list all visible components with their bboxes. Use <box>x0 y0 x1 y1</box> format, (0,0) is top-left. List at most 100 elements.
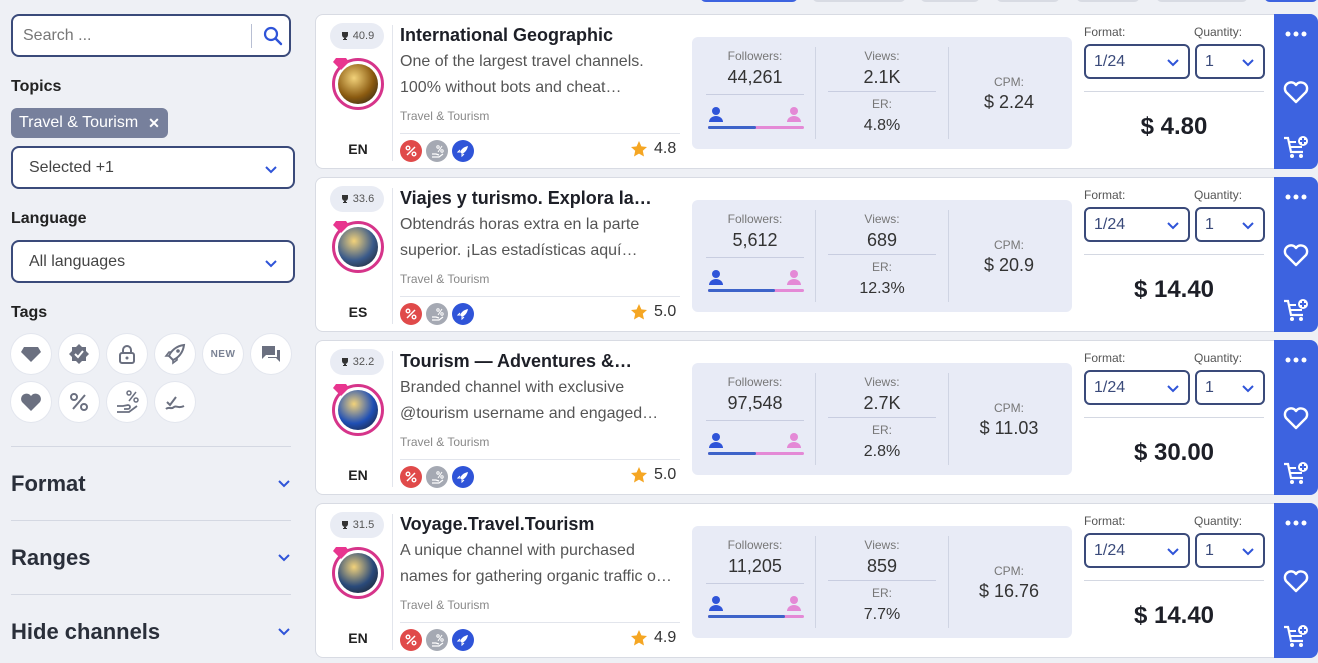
add-to-cart-button[interactable] <box>1282 134 1310 162</box>
followers-value: 97,548 <box>727 393 783 413</box>
more-dots-icon <box>1285 357 1307 363</box>
channel-avatar[interactable] <box>332 384 384 436</box>
rank-badge: 31.5 <box>330 512 384 538</box>
boost-badge <box>452 303 474 325</box>
sort-button[interactable] <box>1156 0 1248 2</box>
cashback-badge <box>426 140 448 162</box>
channel-title[interactable]: Viajes y turismo. Explora la… <box>400 188 680 209</box>
channel-price: $ 14.40 <box>1133 602 1215 629</box>
star-icon <box>631 141 647 157</box>
topics-select[interactable]: Selected +1 <box>11 146 295 189</box>
views-value: 859 <box>866 556 898 576</box>
percent-icon <box>70 393 88 411</box>
channel-card[interactable]: 32.2 EN Tourism — Adventures &… Branded … <box>315 340 1318 495</box>
discount-badge <box>400 629 422 651</box>
sort-button[interactable] <box>996 0 1060 2</box>
chevron-down-icon <box>1167 385 1179 393</box>
favorite-button[interactable] <box>1282 78 1310 106</box>
favorite-button[interactable] <box>1282 567 1310 595</box>
remove-chip-icon[interactable]: ✕ <box>148 115 160 132</box>
channel-avatar[interactable] <box>332 58 384 110</box>
views-value: 689 <box>866 230 898 250</box>
add-to-cart-button[interactable] <box>1282 623 1310 651</box>
views-label: Views: <box>864 375 900 389</box>
view-toggle-button[interactable] <box>1264 0 1318 2</box>
sort-button[interactable] <box>812 0 906 2</box>
tag-discount[interactable] <box>59 382 99 422</box>
channel-title[interactable]: International Geographic <box>400 25 680 46</box>
quantity-select[interactable]: 1 <box>1195 207 1265 242</box>
tag-rocket[interactable] <box>155 334 195 374</box>
favorite-button[interactable] <box>1282 241 1310 269</box>
card-divider <box>392 25 393 161</box>
rocket-icon <box>164 343 186 365</box>
rank-value: 33.6 <box>352 193 375 205</box>
channel-title[interactable]: Tourism — Adventures &… <box>400 351 680 372</box>
chevron-down-icon <box>1167 59 1179 67</box>
add-to-cart-button[interactable] <box>1282 460 1310 488</box>
channel-card[interactable]: 31.5 EN Voyage.Travel.Tourism A unique c… <box>315 503 1318 658</box>
sort-button-active[interactable] <box>700 0 798 2</box>
tag-chat[interactable] <box>251 334 291 374</box>
filters-sidebar: Topics Travel & Tourism ✕ Selected +1 La… <box>0 0 305 663</box>
tag-lock[interactable] <box>107 334 147 374</box>
favorite-button[interactable] <box>1282 404 1310 432</box>
format-select[interactable]: 1/24 <box>1084 207 1190 242</box>
format-accordion[interactable]: Format <box>11 469 291 499</box>
er-label: ER: <box>871 423 892 437</box>
more-options-button[interactable] <box>1282 509 1310 537</box>
add-to-cart-button[interactable] <box>1282 297 1310 325</box>
more-options-button[interactable] <box>1282 20 1310 48</box>
channel-card[interactable]: 33.6 ES Viajes y turismo. Explora la… Ob… <box>315 177 1318 332</box>
stats-divider <box>828 417 936 418</box>
hand-percent-icon <box>117 390 139 413</box>
price-divider <box>1084 91 1264 92</box>
rank-badge: 33.6 <box>330 186 384 212</box>
quantity-select[interactable]: 1 <box>1195 44 1265 79</box>
format-select[interactable]: 1/24 <box>1084 370 1190 405</box>
tag-diamond[interactable] <box>11 334 51 374</box>
tag-signed[interactable] <box>155 382 195 422</box>
heart-outline-icon <box>1283 407 1309 430</box>
tag-verified[interactable] <box>59 334 99 374</box>
views-label: Views: <box>864 49 900 63</box>
quantity-select[interactable]: 1 <box>1195 533 1265 568</box>
channel-title[interactable]: Voyage.Travel.Tourism <box>400 514 680 535</box>
format-select[interactable]: 1/24 <box>1084 44 1190 79</box>
channel-avatar[interactable] <box>332 547 384 599</box>
section-divider <box>11 594 291 595</box>
topic-chip[interactable]: Travel & Tourism ✕ <box>11 108 168 138</box>
rocket-icon <box>457 635 468 646</box>
tag-heart[interactable] <box>11 382 51 422</box>
quantity-select[interactable]: 1 <box>1195 370 1265 405</box>
channel-card[interactable]: 40.9 EN International Geographic One of … <box>315 14 1318 169</box>
channel-category: Travel & Tourism <box>400 272 490 286</box>
format-select[interactable]: 1/24 <box>1084 533 1190 568</box>
male-icon <box>709 107 723 122</box>
hide-channels-accordion[interactable]: Hide channels <box>11 617 291 647</box>
channel-category: Travel & Tourism <box>400 435 490 449</box>
cpm-value: $ 20.9 <box>983 255 1035 275</box>
format-label: Format: <box>1084 514 1126 528</box>
female-icon <box>787 107 801 122</box>
sort-button[interactable] <box>920 0 980 2</box>
tag-cashback[interactable] <box>107 382 147 422</box>
description-line: Branded channel with exclusive <box>400 379 625 396</box>
channel-badges <box>400 629 474 651</box>
more-options-button[interactable] <box>1282 183 1310 211</box>
search-button[interactable] <box>259 22 287 50</box>
ranges-accordion[interactable]: Ranges <box>11 543 291 573</box>
more-options-button[interactable] <box>1282 346 1310 374</box>
language-code: EN <box>348 467 368 483</box>
tag-new[interactable]: NEW <box>203 334 243 374</box>
search-input[interactable] <box>23 25 243 47</box>
sort-button[interactable] <box>1076 0 1140 2</box>
language-select[interactable]: All languages <box>11 240 295 283</box>
er-value: 2.8% <box>863 443 901 460</box>
percent-icon <box>405 634 417 646</box>
channel-badges <box>400 303 474 325</box>
language-code: EN <box>348 630 368 646</box>
channel-avatar[interactable] <box>332 221 384 273</box>
er-value: 7.7% <box>863 606 901 623</box>
channel-description: One of the largest travel channels. 100%… <box>400 49 680 101</box>
